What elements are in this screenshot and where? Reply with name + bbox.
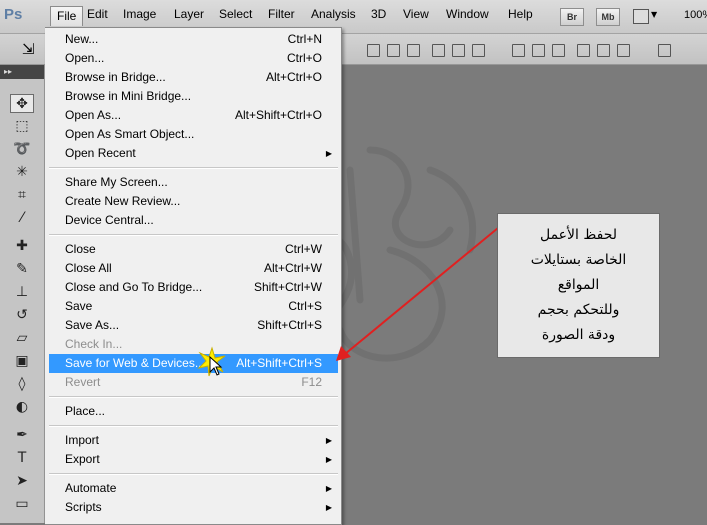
callout-line: وللتحكم بحجم (537, 302, 620, 318)
tip-callout: لحفظ الأعمل الخاصة بستايلات المواقع وللتحكم… (497, 213, 660, 358)
callout-line: الخاصة بستايلات (530, 252, 627, 268)
mouse-cursor-icon (209, 356, 223, 376)
callout-line: ودقة الصورة (541, 327, 616, 343)
callout-line: لحفظ الأعمل (539, 227, 618, 243)
callout-line: المواقع (557, 277, 600, 293)
